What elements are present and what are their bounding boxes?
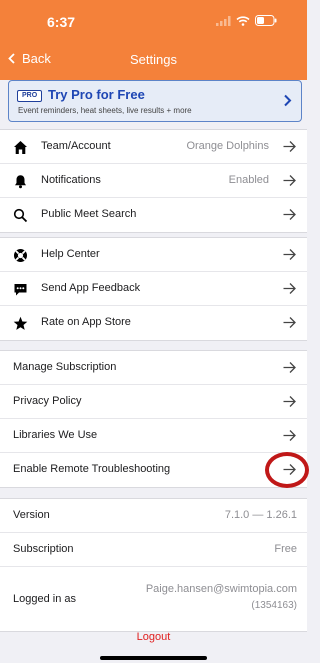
public-meet-search-row[interactable]: Public Meet Search (0, 198, 307, 232)
header-bar: 6:37 Back Settings (0, 0, 307, 80)
signal-icon (216, 15, 231, 26)
logged-in-email: Paige.hansen@swimtopia.com (145, 583, 297, 595)
subscription-row: Subscription Free (0, 533, 307, 567)
arrow-right-icon (283, 317, 296, 328)
status-time: 6:37 (47, 14, 76, 30)
logout-button[interactable]: Logout (0, 631, 307, 643)
logged-in-row: Logged in as Paige.hansen@swimtopia.com … (0, 567, 307, 631)
rate-app-row[interactable]: Rate on App Store (0, 306, 307, 340)
wifi-icon (236, 15, 250, 26)
row-label: Libraries We Use (13, 429, 98, 441)
remote-troubleshooting-row[interactable]: Enable Remote Troubleshooting (0, 453, 307, 487)
arrow-right-icon (283, 362, 296, 373)
manage-subscription-row[interactable]: Manage Subscription (0, 351, 307, 385)
row-value: Enabled (228, 174, 269, 186)
arrow-right-icon (283, 175, 296, 186)
version-label: Version (13, 509, 50, 521)
search-icon (13, 208, 28, 223)
row-label: Rate on App Store (41, 316, 131, 328)
status-icons (216, 15, 277, 26)
row-label: Enable Remote Troubleshooting (13, 463, 171, 475)
support-group: Help Center Send App Feedback Rate on Ap… (0, 237, 307, 341)
promo-title: Try Pro for Free (48, 87, 145, 102)
row-label: Team/Account (41, 140, 111, 152)
arrow-right-icon (283, 141, 296, 152)
send-feedback-row[interactable]: Send App Feedback (0, 272, 307, 306)
promo-subtitle: Event reminders, heat sheets, live resul… (18, 106, 192, 115)
page-title: Settings (130, 52, 177, 67)
privacy-policy-row[interactable]: Privacy Policy (0, 385, 307, 419)
info-group: Version 7.1.0 — 1.26.1 Subscription Free… (0, 498, 307, 632)
arrow-right-icon (283, 209, 296, 220)
legal-group: Manage Subscription Privacy Policy Libra… (0, 350, 307, 488)
team-account-row[interactable]: Team/Account Orange Dolphins (0, 130, 307, 164)
logged-in-id: (1354163) (251, 600, 297, 611)
highlight-circle-annotation (265, 452, 309, 488)
arrow-right-icon (283, 430, 296, 441)
battery-icon (255, 15, 277, 26)
home-indicator (100, 656, 207, 660)
row-value: Orange Dolphins (186, 140, 269, 152)
row-label: Public Meet Search (41, 208, 137, 220)
version-row: Version 7.1.0 — 1.26.1 (0, 499, 307, 533)
home-icon (13, 140, 28, 155)
subscription-label: Subscription (13, 543, 74, 555)
row-label: Manage Subscription (13, 361, 117, 373)
row-label: Send App Feedback (41, 282, 141, 294)
subscription-value: Free (274, 543, 297, 555)
row-label: Privacy Policy (13, 395, 82, 407)
account-group: Team/Account Orange Dolphins Notificatio… (0, 129, 307, 233)
pro-badge: PRO (17, 90, 43, 102)
help-center-row[interactable]: Help Center (0, 238, 307, 272)
chat-icon (13, 282, 28, 297)
version-value: 7.1.0 — 1.26.1 (224, 509, 297, 521)
arrow-right-icon (283, 249, 296, 260)
chevron-right-icon (284, 94, 292, 107)
bell-icon (13, 174, 28, 189)
logged-in-label: Logged in as (13, 593, 76, 605)
row-label: Notifications (41, 174, 101, 186)
lifebuoy-icon (13, 248, 28, 263)
libraries-row[interactable]: Libraries We Use (0, 419, 307, 453)
try-pro-banner[interactable]: PRO Try Pro for Free Event reminders, he… (8, 80, 302, 122)
star-icon (13, 316, 28, 331)
arrow-right-icon (283, 283, 296, 294)
arrow-right-icon (283, 396, 296, 407)
notifications-row[interactable]: Notifications Enabled (0, 164, 307, 198)
row-label: Help Center (41, 248, 100, 260)
